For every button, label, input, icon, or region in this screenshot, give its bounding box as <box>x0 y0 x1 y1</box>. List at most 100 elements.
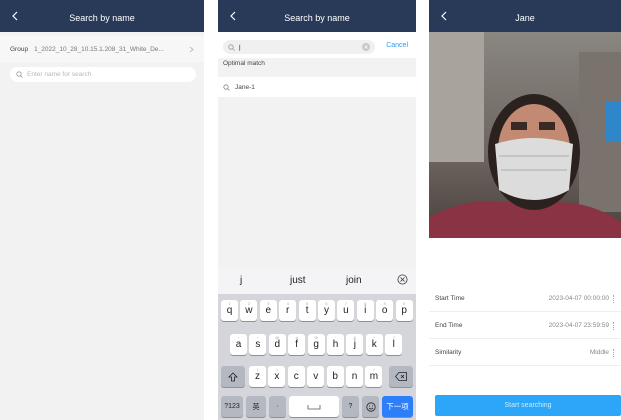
end-time-field[interactable]: End Time 2023-04-07 23:59:59 <box>429 313 621 339</box>
key-label: z <box>255 371 260 382</box>
cancel-button[interactable]: Cancel <box>386 42 408 49</box>
backspace-key[interactable] <box>389 366 413 387</box>
back-button[interactable] <box>433 0 455 32</box>
field-value: 2023-04-07 00:00:00 <box>548 295 609 302</box>
keyboard-key[interactable]: ! s <box>249 334 267 355</box>
more-icon <box>613 321 615 330</box>
navbar: Search by name <box>0 0 204 32</box>
key-hint: ' <box>335 335 336 340</box>
search-input[interactable] <box>27 71 187 78</box>
search-field[interactable] <box>10 67 196 82</box>
question-key[interactable]: ? <box>342 396 359 417</box>
keyboard-key[interactable]: 8i <box>356 300 374 321</box>
suggestion-item[interactable]: just <box>290 275 306 286</box>
key-label: x <box>274 371 280 382</box>
suggestion-item[interactable]: join <box>346 275 362 286</box>
key-label: w <box>245 305 253 316</box>
suggestion-item[interactable]: j <box>240 275 242 286</box>
dismiss-suggestions-icon[interactable] <box>397 274 408 288</box>
keyboard: j just join 1 q 2 w 3 e 4 r 5 t 6 y 7 u 8 i 9 o 0 p ~ a! s @ d # f… <box>218 268 416 420</box>
key-label: o <box>381 305 388 316</box>
result-item[interactable]: Jane-1 <box>218 77 416 97</box>
chevron-left-icon <box>441 11 447 21</box>
keyboard-key[interactable]: ) x <box>268 366 286 387</box>
field-label: Start Time <box>435 295 465 302</box>
key-hint: 6 <box>325 301 328 306</box>
emoji-key[interactable] <box>362 396 379 417</box>
key-hint: - <box>295 367 297 372</box>
keyboard-key[interactable]: :b <box>326 366 344 387</box>
search-field[interactable] <box>223 40 375 54</box>
keyboard-key[interactable]: % g <box>307 334 325 355</box>
key-label: f <box>295 339 299 350</box>
keyboard-key[interactable]: 3e <box>259 300 277 321</box>
field-label: End Time <box>435 322 463 329</box>
key-label: e <box>265 305 272 316</box>
key-hint: # <box>295 335 298 340</box>
search-input[interactable] <box>239 43 359 51</box>
suggestion-bar: j just join <box>218 268 416 294</box>
key-label: d <box>274 339 281 350</box>
key-hint: 9 <box>383 301 386 306</box>
key-label: 英 <box>252 403 260 411</box>
group-selector[interactable]: Group 1_2022_10_28_10.15.1.208_31_White_… <box>0 36 204 62</box>
keyboard-key[interactable]: / m <box>365 366 383 387</box>
page-title: Search by name <box>69 13 135 23</box>
key-hint: 3 <box>267 301 270 306</box>
space-key[interactable] <box>289 396 339 417</box>
keyboard-key[interactable]: 2w <box>240 300 258 321</box>
backspace-icon <box>395 372 407 381</box>
start-time-field[interactable]: Start Time 2023-04-07 00:00:00 <box>429 286 621 312</box>
keyboard-key[interactable]: & j <box>346 334 364 355</box>
keyboard-key[interactable]: 4r <box>279 300 297 321</box>
key-label: h <box>332 339 339 350</box>
keyboard-key[interactable]: (z <box>249 366 266 387</box>
result-label: Jane-1 <box>235 83 255 91</box>
keyboard-key[interactable]: # f <box>288 334 306 355</box>
key-label: i <box>364 305 367 316</box>
keyboard-key[interactable]: _ v <box>307 366 325 387</box>
clear-icon[interactable] <box>362 43 370 51</box>
keyboard-key[interactable]: ~ a <box>230 334 247 355</box>
keyboard-key[interactable]: @ d <box>268 334 286 355</box>
key-label: a <box>235 339 242 350</box>
keyboard-key[interactable]: 5t <box>298 300 316 321</box>
shift-key[interactable] <box>221 366 245 387</box>
key-hint: 0 <box>402 301 406 306</box>
keyboard-key[interactable]: 9o <box>376 300 394 321</box>
next-key[interactable]: 下一项 <box>382 396 413 417</box>
start-searching-button[interactable]: Start searching <box>435 395 621 416</box>
chevron-left-icon <box>230 11 236 21</box>
keyboard-key[interactable]: ? l <box>385 334 403 355</box>
keyboard-key[interactable]: ' h <box>327 334 344 355</box>
keyboard-key[interactable]: * k <box>365 334 383 355</box>
key-label: q <box>226 305 233 316</box>
navbar: Jane <box>429 0 621 32</box>
numbers-key[interactable]: ?123 <box>221 396 243 417</box>
key-hint: 7 <box>344 301 347 306</box>
key-label: · <box>276 403 279 410</box>
similarity-field[interactable]: Similarity Middle <box>429 340 621 366</box>
dot-key[interactable]: · <box>269 396 286 417</box>
keyboard-key[interactable]: 1q <box>221 300 238 321</box>
person-search-screen: Jane Start Time 2023-04-07 00:00:00 End … <box>429 0 621 420</box>
keyboard-key[interactable]: 7u <box>337 300 355 321</box>
language-key[interactable]: ，英 <box>246 396 266 417</box>
field-value: Middle <box>589 349 609 356</box>
search-by-name-screen-empty: Search by name Group 1_2022_10_28_10.15.… <box>0 0 204 420</box>
face-photo <box>429 32 621 238</box>
key-hint: @ <box>275 335 280 340</box>
key-label: g <box>313 339 319 350</box>
back-button[interactable] <box>4 0 26 32</box>
key-hint: ( <box>256 367 259 372</box>
keyboard-key[interactable]: 6y <box>318 300 335 321</box>
chevron-right-icon <box>189 46 194 53</box>
keyboard-key[interactable]: 0p <box>395 300 413 321</box>
group-label: Group <box>10 45 29 53</box>
keyboard-key[interactable]: -c <box>287 366 305 387</box>
field-label: Similarity <box>435 349 462 356</box>
key-hint: / <box>373 367 375 372</box>
key-label: u <box>343 305 349 316</box>
keyboard-key[interactable]: ; n <box>346 366 363 387</box>
back-button[interactable] <box>222 0 244 32</box>
